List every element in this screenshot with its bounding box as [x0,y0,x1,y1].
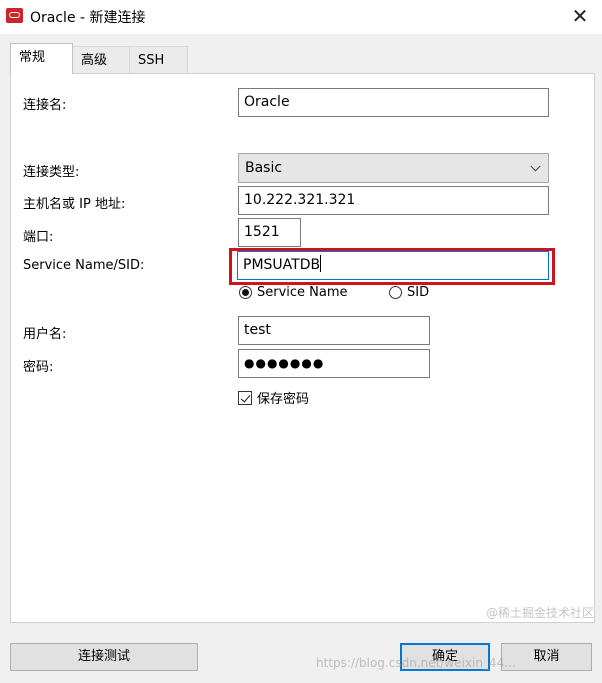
host-input[interactable]: 10.222.321.321 [238,186,549,215]
password-input[interactable]: ●●●●●●● [238,349,430,378]
connection-name-input[interactable]: Oracle [238,88,549,117]
connection-type-label: 连接类型: [23,165,80,180]
radio-sid[interactable]: SID [389,285,429,300]
save-password-checkbox[interactable]: 保存密码 [238,388,309,407]
port-input[interactable]: 1521 [238,218,301,247]
checkbox-checked-icon [238,390,252,405]
ok-button[interactable]: 确定 [400,643,490,671]
username-label: 用户名: [23,327,67,342]
radio-unselected-icon [389,286,402,299]
highlight-box [229,248,555,285]
radio-sid-label: SID [407,285,430,300]
test-connection-button[interactable]: 连接测试 [10,643,198,671]
cancel-button[interactable]: 取消 [501,643,592,671]
oracle-logo-icon [6,8,23,23]
close-button[interactable]: ✕ [565,2,595,30]
connection-name-label: 连接名: [23,98,67,113]
password-label: 密码: [23,360,54,375]
connection-type-value: Basic [245,160,283,176]
tab-ssh[interactable]: SSH [129,46,188,73]
host-label: 主机名或 IP 地址: [23,197,126,212]
tab-advanced[interactable]: 高级 [72,46,130,73]
service-label: Service Name/SID: [23,258,145,273]
radio-selected-icon [239,286,252,299]
radio-service-name[interactable]: Service Name [239,285,348,300]
chevron-down-icon [530,161,541,172]
save-password-label: 保存密码 [257,392,310,407]
radio-service-name-label: Service Name [257,285,348,300]
tab-general[interactable]: 常规 [10,43,73,74]
window-title: Oracle - 新建连接 [30,10,146,26]
connection-type-select[interactable]: Basic [238,153,549,183]
username-input[interactable]: test [238,316,430,345]
port-label: 端口: [23,230,54,245]
title-bar: Oracle - 新建连接 ✕ [0,0,602,34]
